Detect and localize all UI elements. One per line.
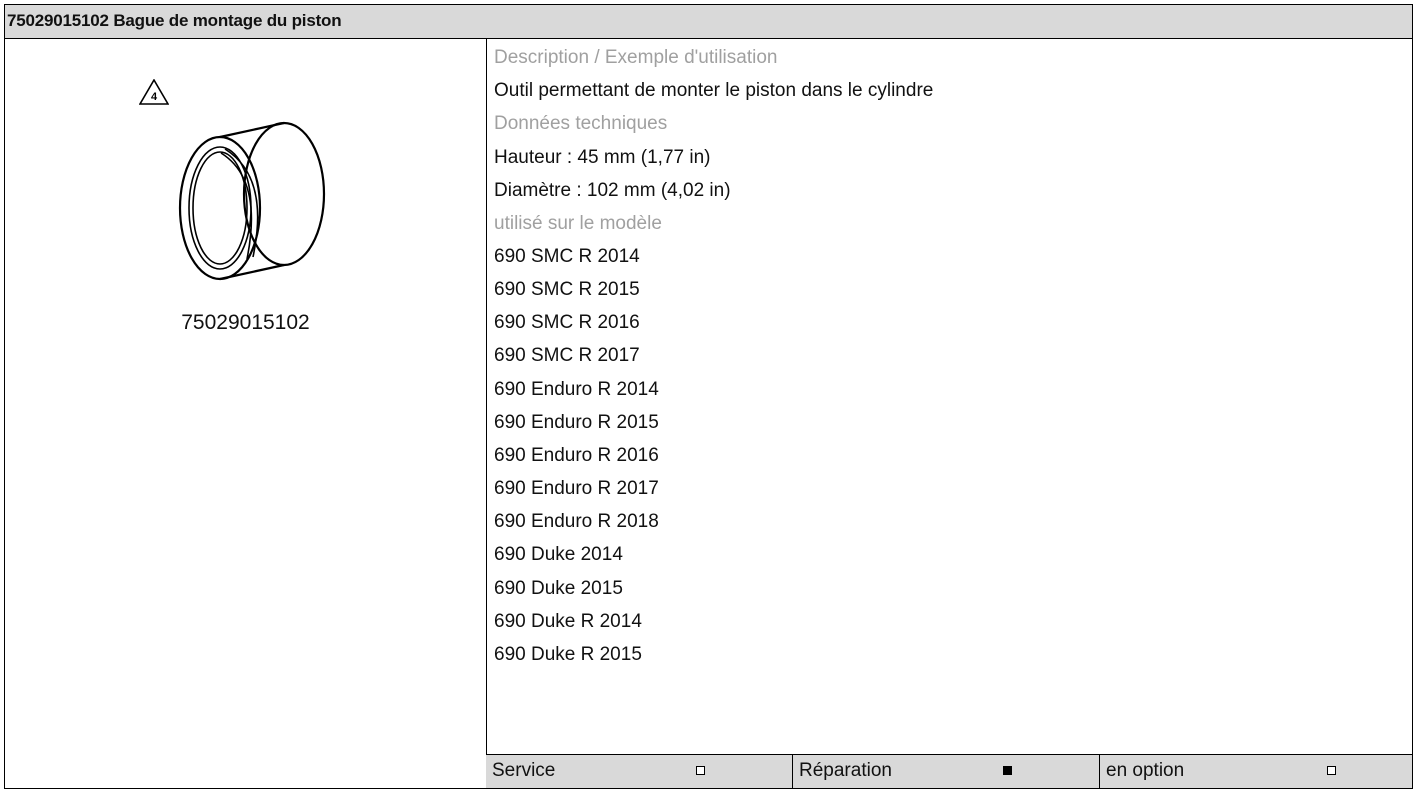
model-item: 690 Duke R 2015	[494, 644, 642, 665]
tool-details-panel: Description / Exemple d'utilisation Outi…	[486, 39, 1412, 788]
tech-data-heading: Données techniques	[494, 113, 668, 134]
model-item: 690 SMC R 2017	[494, 345, 640, 366]
model-item: 690 Duke R 2014	[494, 611, 642, 632]
diameter-spec: Diamètre : 102 mm (4,02 in)	[494, 180, 731, 201]
model-item: 690 SMC R 2016	[494, 312, 640, 333]
category-optional: en option	[1100, 755, 1412, 788]
warning-triangle-icon: 4	[139, 79, 169, 105]
model-item: 690 Enduro R 2016	[494, 445, 659, 466]
service-checkbox	[696, 766, 705, 775]
description-heading: Description / Exemple d'utilisation	[494, 47, 778, 68]
category-label: en option	[1106, 760, 1185, 781]
part-number-caption: 75029015102	[181, 311, 310, 334]
model-item: 690 Enduro R 2014	[494, 379, 659, 400]
category-label: Réparation	[799, 760, 892, 781]
warning-number: 4	[151, 91, 158, 103]
model-item: 690 SMC R 2014	[494, 246, 640, 267]
piston-ring-tool-drawing	[178, 121, 326, 281]
title-bar: 75029015102 Bague de montage du piston	[5, 5, 1412, 39]
model-item: 690 Enduro R 2015	[494, 412, 659, 433]
repair-checkbox	[1003, 766, 1012, 775]
description-text: Outil permettant de monter le piston dan…	[494, 80, 934, 101]
tool-image-panel: 4 75029015102	[5, 39, 487, 788]
model-item: 690 SMC R 2015	[494, 279, 640, 300]
tool-sheet: 75029015102 Bague de montage du piston 4…	[4, 4, 1413, 789]
models-heading: utilisé sur le modèle	[494, 213, 662, 234]
model-item: 690 Duke 2015	[494, 578, 623, 599]
category-bar: Service Réparation en option	[486, 754, 1412, 788]
optional-checkbox	[1327, 766, 1336, 775]
category-repair: Réparation	[793, 755, 1100, 788]
tool-title: 75029015102 Bague de montage du piston	[7, 11, 342, 30]
model-item: 690 Enduro R 2017	[494, 478, 659, 499]
height-spec: Hauteur : 45 mm (1,77 in)	[494, 147, 711, 168]
category-service: Service	[486, 755, 793, 788]
model-item: 690 Enduro R 2018	[494, 511, 659, 532]
model-item: 690 Duke 2014	[494, 544, 623, 565]
category-label: Service	[492, 760, 556, 781]
